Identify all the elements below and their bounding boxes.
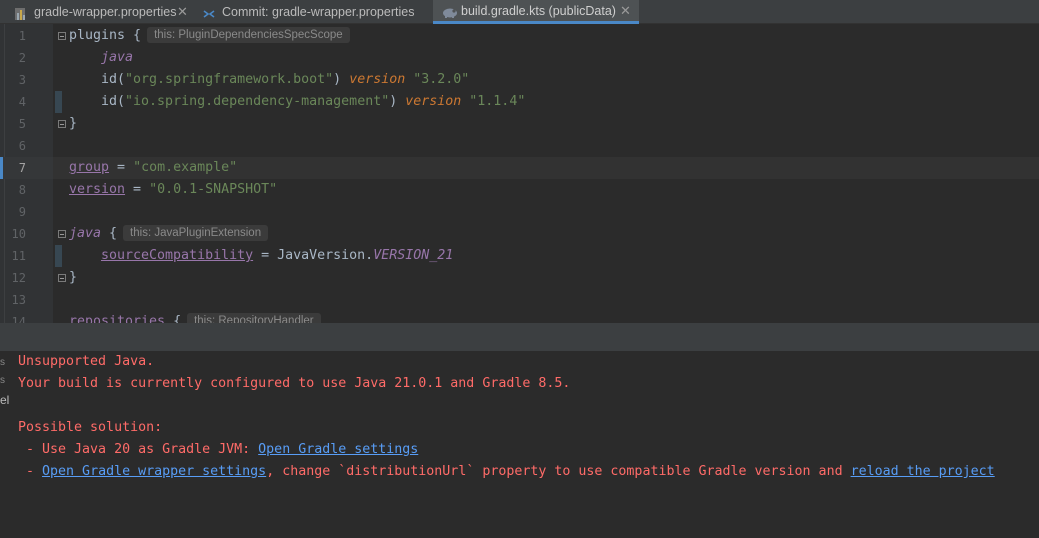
- tab-label: Commit: gradle-wrapper.properties: [222, 5, 415, 19]
- line-number: 7: [18, 161, 26, 175]
- solution-item-2: - Open Gradle wrapper settings, change `…: [18, 464, 995, 479]
- code-line-5: }: [69, 116, 78, 131]
- line-number: 5: [18, 117, 26, 131]
- line-number: 9: [18, 205, 26, 219]
- code-line-14: repositories {this: RepositoryHandler: [69, 311, 321, 323]
- solution-item-1: - Use Java 20 as Gradle JVM: Open Gradle…: [18, 442, 419, 457]
- fold-marker-icon[interactable]: [58, 32, 66, 40]
- line-number: 11: [11, 249, 26, 263]
- inlay-hint: this: PluginDependenciesSpecScope: [147, 27, 350, 43]
- line-number: 1: [18, 29, 26, 43]
- error-detail: Your build is currently configured to us…: [18, 376, 571, 391]
- close-icon[interactable]: ✕: [620, 0, 631, 22]
- code-line-10: java {this: JavaPluginExtension: [69, 223, 269, 245]
- line-number: 4: [18, 95, 26, 109]
- code-line-3: id("org.springframework.boot") version "…: [101, 72, 470, 87]
- panel-splitter[interactable]: [0, 323, 1039, 351]
- editor-tab-bar: gradle-wrapper.properties ✕ Commit: grad…: [0, 0, 1039, 24]
- close-icon[interactable]: ✕: [177, 0, 188, 24]
- tab-label: build.gradle.kts (publicData): [461, 4, 616, 18]
- tab-gradle-wrapper-properties[interactable]: gradle-wrapper.properties ✕: [0, 0, 191, 24]
- solution-heading: Possible solution:: [18, 420, 163, 435]
- line-number: 12: [11, 271, 26, 285]
- tab-label: gradle-wrapper.properties: [34, 5, 177, 19]
- reload-project-link[interactable]: reload the project: [851, 464, 995, 479]
- open-gradle-settings-link[interactable]: Open Gradle settings: [258, 442, 418, 457]
- code-editor[interactable]: 1 2 3 4 5 6 7 8 9 10 11 12 13 14 plugins…: [0, 24, 1039, 323]
- line-number: 2: [18, 51, 26, 65]
- line-number: 10: [11, 227, 26, 241]
- line-number: 3: [18, 73, 26, 87]
- tab-commit-gradle-wrapper-properties[interactable]: Commit: gradle-wrapper.properties: [192, 0, 432, 24]
- properties-file-icon: [15, 5, 27, 20]
- line-number: 14: [11, 315, 26, 323]
- line-number: 8: [18, 183, 26, 197]
- gradle-kts-file-icon: [442, 4, 457, 18]
- open-gradle-wrapper-settings-link[interactable]: Open Gradle wrapper settings: [42, 464, 266, 479]
- inlay-hint: this: RepositoryHandler: [187, 313, 321, 323]
- code-line-1: plugins {this: PluginDependenciesSpecSco…: [69, 25, 350, 47]
- line-number: 6: [18, 139, 26, 153]
- line-number: 13: [11, 293, 26, 307]
- change-marker[interactable]: [55, 91, 62, 113]
- commit-icon: [202, 5, 215, 19]
- fold-marker-icon[interactable]: [58, 230, 66, 238]
- change-marker[interactable]: [55, 245, 62, 267]
- fold-marker-icon[interactable]: [58, 274, 66, 282]
- left-tool-strip: s s el: [0, 357, 10, 407]
- error-title: Unsupported Java.: [18, 354, 155, 369]
- code-line-7: group = "com.example": [69, 160, 238, 175]
- inlay-hint: this: JavaPluginExtension: [123, 225, 269, 241]
- code-line-8: version = "0.0.1-SNAPSHOT": [69, 182, 278, 197]
- fold-marker-icon[interactable]: [58, 120, 66, 128]
- code-line-2: java: [101, 50, 134, 65]
- code-line-4: id("io.spring.dependency-management") ve…: [101, 94, 526, 109]
- code-line-12: }: [69, 270, 78, 285]
- code-line-11: sourceCompatibility = JavaVersion.VERSIO…: [101, 248, 454, 263]
- tab-build-gradle-kts[interactable]: build.gradle.kts (publicData) ✕: [433, 0, 639, 24]
